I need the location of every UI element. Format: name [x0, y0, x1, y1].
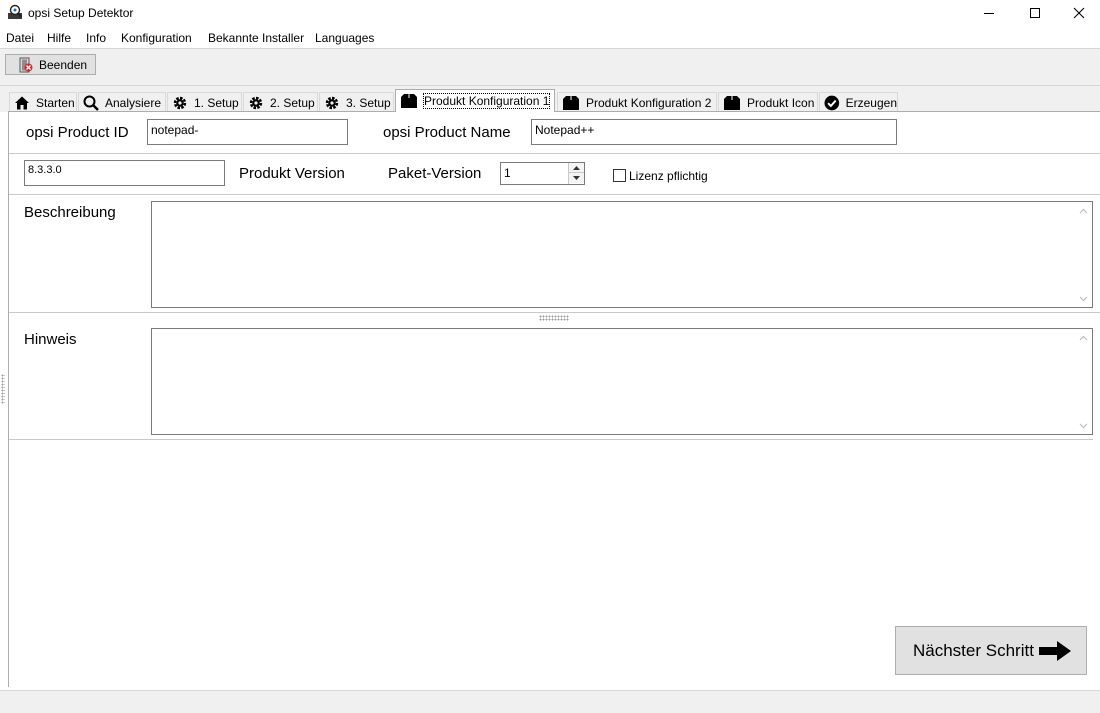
- menu-bar: Datei Hilfe Info Konfiguration Bekannte …: [0, 28, 1100, 48]
- menu-datei[interactable]: Datei: [6, 31, 34, 45]
- maximize-button[interactable]: [1012, 0, 1058, 26]
- splitter-handle[interactable]: [539, 315, 569, 321]
- menu-languages[interactable]: Languages: [315, 31, 374, 45]
- close-button[interactable]: [1056, 0, 1100, 26]
- package-version-spinner[interactable]: 1: [500, 162, 585, 185]
- check-circle-icon: [824, 95, 840, 110]
- minimize-icon: [984, 13, 994, 14]
- tab-produkt-icon[interactable]: Produkt Icon: [718, 92, 818, 112]
- next-step-button[interactable]: Nächster Schritt: [895, 626, 1087, 675]
- menu-bekannte-installer[interactable]: Bekannte Installer: [208, 31, 304, 45]
- advice-textarea[interactable]: [151, 328, 1093, 435]
- box-icon: [724, 95, 740, 110]
- package-version-label: Paket-Version: [388, 165, 482, 182]
- separator: [9, 153, 1100, 154]
- description-textarea[interactable]: [151, 201, 1093, 308]
- tab-strip: Starten Analysiere 1. Setup 2. Setup 3. …: [0, 86, 1100, 112]
- app-window: opsi Setup Detektor Datei Hilfe Info Kon…: [0, 0, 1100, 713]
- product-id-input[interactable]: notepad-: [147, 119, 348, 145]
- chevron-up-icon: [1079, 208, 1088, 213]
- quit-button[interactable]: Beenden: [5, 54, 96, 75]
- separator: [9, 194, 1100, 195]
- box-icon: [563, 95, 579, 110]
- spinner-buttons: [568, 163, 584, 184]
- chevron-down-icon: [1079, 296, 1088, 301]
- quit-button-label: Beenden: [39, 57, 88, 72]
- product-version-input[interactable]: 8.3.3.0: [24, 160, 225, 186]
- tab-setup-2[interactable]: 2. Setup: [243, 92, 318, 112]
- description-text: [152, 202, 1092, 208]
- tab-erzeugen[interactable]: Erzeugen: [819, 92, 898, 112]
- box-icon: [401, 94, 417, 108]
- product-name-input[interactable]: Notepad++: [531, 119, 897, 145]
- window-title: opsi Setup Detektor: [28, 6, 134, 20]
- home-icon: [15, 96, 29, 109]
- advice-text: [152, 329, 1092, 335]
- tab-setup-3[interactable]: 3. Setup: [319, 92, 394, 112]
- door-exit-icon: [19, 57, 33, 72]
- product-version-label: Produkt Version: [239, 165, 345, 182]
- tab-produkt-konfiguration-2[interactable]: Produkt Konfiguration 2: [557, 92, 717, 112]
- maximize-icon: [1030, 8, 1040, 18]
- minimize-button[interactable]: [966, 0, 1012, 26]
- spinner-up-button[interactable]: [569, 163, 584, 173]
- license-label: Lizenz pflichtig: [629, 169, 708, 183]
- title-bar: opsi Setup Detektor: [0, 0, 1100, 26]
- triangle-up-icon: [573, 165, 580, 170]
- opsi-detector-icon: [8, 4, 22, 19]
- gear-icon: [325, 96, 339, 109]
- gear-icon: [173, 96, 187, 109]
- advice-scrollbar[interactable]: [1075, 329, 1092, 434]
- close-icon: [1073, 7, 1085, 19]
- gear-icon: [249, 96, 263, 109]
- description-scrollbar[interactable]: [1075, 202, 1092, 307]
- license-checkbox[interactable]: [613, 169, 626, 182]
- scroll-up-button[interactable]: [1075, 329, 1092, 346]
- package-version-value: 1: [504, 166, 511, 180]
- tab-starten[interactable]: Starten: [9, 92, 77, 112]
- menu-info[interactable]: Info: [86, 31, 106, 45]
- tab-page-produkt-konfiguration-1: opsi Product ID notepad- opsi Product Na…: [8, 111, 1100, 687]
- scroll-down-button[interactable]: [1075, 290, 1092, 307]
- spinner-down-button[interactable]: [569, 173, 584, 183]
- tab-setup-1[interactable]: 1. Setup: [167, 92, 242, 112]
- advice-label: Hinweis: [24, 331, 77, 348]
- menu-konfiguration[interactable]: Konfiguration: [121, 31, 192, 45]
- scroll-up-button[interactable]: [1075, 202, 1092, 219]
- toolbar: Beenden: [0, 48, 1100, 86]
- arrow-right-icon: [1038, 640, 1071, 661]
- tab-produkt-konfiguration-1[interactable]: Produkt Konfiguration 1: [395, 89, 555, 112]
- left-splitter-grip[interactable]: [1, 374, 5, 404]
- search-icon: [83, 95, 99, 111]
- triangle-down-icon: [573, 176, 580, 180]
- status-bar: [0, 690, 1100, 713]
- scroll-down-button[interactable]: [1075, 417, 1092, 434]
- separator: [9, 439, 1093, 440]
- tab-analysiere[interactable]: Analysiere: [78, 92, 166, 112]
- product-id-label: opsi Product ID: [26, 124, 129, 141]
- separator: [9, 312, 1100, 313]
- menu-hilfe[interactable]: Hilfe: [47, 31, 71, 45]
- chevron-up-icon: [1079, 335, 1088, 340]
- next-step-label: Nächster Schritt: [913, 640, 1034, 660]
- product-name-label: opsi Product Name: [383, 124, 511, 141]
- description-label: Beschreibung: [24, 204, 116, 221]
- chevron-down-icon: [1079, 423, 1088, 428]
